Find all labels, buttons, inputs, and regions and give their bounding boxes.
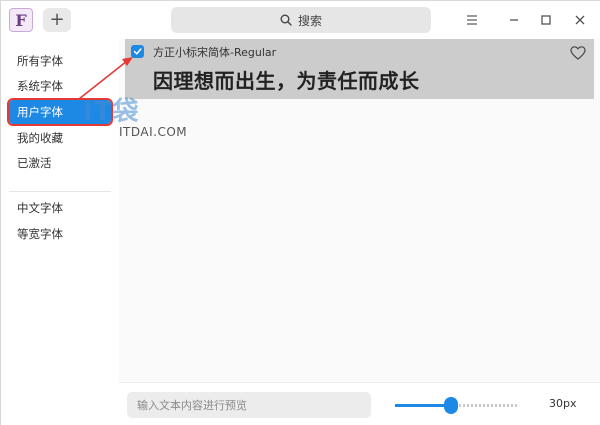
font-name: 方正小标宋简体-Regular — [153, 46, 277, 59]
sidebar-item-monospace-fonts[interactable]: 等宽字体 — [9, 222, 111, 246]
search-box[interactable]: 搜索 — [171, 7, 431, 33]
font-enable-checkbox[interactable] — [131, 45, 144, 58]
font-size-slider-fill — [395, 404, 451, 407]
sidebar: 所有字体 系统字体 用户字体 我的收藏 已激活 中文字体 等宽字体 — [1, 39, 119, 425]
sidebar-item-activated[interactable]: 已激活 — [9, 151, 111, 175]
minimize-icon — [510, 19, 518, 21]
menu-button[interactable] — [463, 11, 481, 29]
preview-bar: 30px — [119, 382, 600, 425]
font-size-value: 30px — [549, 397, 577, 410]
minimize-button[interactable] — [505, 11, 523, 29]
font-size-slider-handle[interactable] — [443, 397, 458, 414]
sidebar-item-favorites[interactable]: 我的收藏 — [9, 126, 111, 150]
font-list-item[interactable]: 方正小标宋简体-Regular 因理想而出生，为责任而成长 — [125, 39, 594, 99]
search-icon — [280, 14, 292, 26]
maximize-icon — [541, 15, 551, 25]
sidebar-divider — [9, 191, 111, 192]
maximize-button[interactable] — [537, 11, 555, 29]
preview-text-input[interactable] — [127, 392, 371, 418]
sidebar-item-chinese-fonts[interactable]: 中文字体 — [9, 196, 111, 220]
sidebar-item-all-fonts[interactable]: 所有字体 — [9, 49, 111, 73]
close-icon — [575, 15, 585, 25]
menu-icon — [467, 15, 477, 25]
checkmark-icon — [133, 48, 142, 55]
add-font-button[interactable]: + — [43, 8, 71, 32]
font-preview-text: 因理想而出生，为责任而成长 — [153, 69, 420, 93]
close-button[interactable] — [571, 11, 589, 29]
heart-icon[interactable] — [570, 45, 586, 61]
font-manager-window: F + 搜索 所有字体 系统字体 用户字体 我的收藏 已激活 中文字体 等宽字体… — [0, 0, 600, 425]
sidebar-item-user-fonts[interactable]: 用户字体 — [7, 98, 113, 126]
app-logo-icon: F — [9, 8, 33, 32]
font-list: 方正小标宋简体-Regular 因理想而出生，为责任而成长 — [119, 39, 600, 382]
sidebar-item-system-fonts[interactable]: 系统字体 — [9, 74, 111, 98]
search-label: 搜索 — [297, 13, 322, 28]
title-bar: F + 搜索 — [1, 1, 600, 39]
